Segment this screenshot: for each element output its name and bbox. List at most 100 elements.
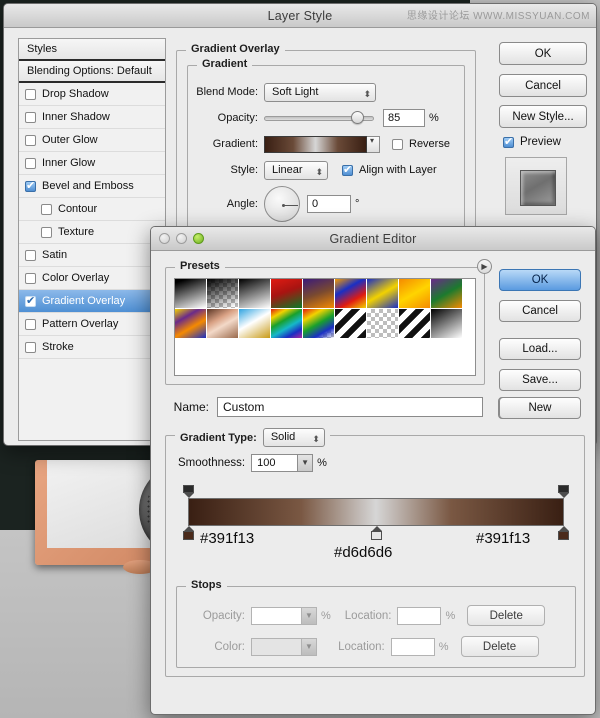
gradient-save-button[interactable]: Save... (499, 369, 581, 391)
effect-checkbox-pattern-overlay[interactable] (25, 319, 36, 330)
preset-transparent-rainbow[interactable] (303, 309, 335, 339)
opacity-stop-left[interactable] (183, 485, 194, 498)
opacity-input[interactable]: 85 (383, 109, 425, 127)
preset-red-green[interactable] (271, 279, 303, 309)
gradient-bar[interactable] (188, 498, 564, 526)
gradient-type-select[interactable]: Solid (263, 428, 325, 447)
smoothness-input[interactable]: 100▼ (251, 454, 313, 472)
effect-checkbox-texture[interactable] (41, 227, 52, 238)
effect-row-outer-glow[interactable]: Outer Glow (19, 129, 165, 152)
preset-orange-yellow-orange[interactable] (399, 279, 431, 309)
presets-menu-icon[interactable]: ▶ (477, 259, 492, 274)
presets-scroll-area[interactable] (174, 278, 476, 376)
effect-row-color-overlay[interactable]: Color Overlay (19, 267, 165, 290)
gradient-picker-toggle[interactable] (367, 136, 380, 153)
color-stop-mid[interactable] (371, 526, 382, 540)
smoothness-dropdown-arrow[interactable]: ▼ (297, 455, 312, 471)
effect-checkbox-gradient-overlay[interactable] (25, 296, 36, 307)
effect-row-bevel-and-emboss[interactable]: Bevel and Emboss (19, 175, 165, 198)
preset-blue-red-yellow[interactable] (335, 279, 367, 309)
effect-checkbox-outer-glow[interactable] (25, 135, 36, 146)
effect-row-texture[interactable]: Texture (19, 221, 165, 244)
left-stop-hex-label: #391f13 (200, 530, 254, 547)
effect-checkbox-color-overlay[interactable] (25, 273, 36, 284)
close-icon[interactable] (159, 233, 170, 244)
effect-checkbox-inner-glow[interactable] (25, 158, 36, 169)
effect-row-pattern-overlay[interactable]: Pattern Overlay (19, 313, 165, 336)
gradient-swatch[interactable] (264, 136, 367, 153)
gradient-editor-title: Gradient Editor (151, 232, 595, 246)
effect-row-inner-shadow[interactable]: Inner Shadow (19, 106, 165, 129)
preset-spectrum[interactable] (271, 309, 303, 339)
effect-row-stroke[interactable]: Stroke (19, 336, 165, 359)
zoom-icon[interactable] (193, 233, 204, 244)
reverse-checkbox[interactable] (392, 139, 403, 150)
effect-checkbox-stroke[interactable] (25, 342, 36, 353)
preset-swatch (271, 309, 302, 338)
layer-style-cancel-button[interactable]: Cancel (499, 74, 587, 97)
stops-color-dropdown-arrow[interactable]: ▼ (301, 639, 316, 655)
effect-row-gradient-overlay[interactable]: Gradient Overlay (19, 290, 165, 313)
effect-checkbox-contour[interactable] (41, 204, 52, 215)
effect-label: Pattern Overlay (42, 318, 118, 330)
preset-transparent-stripes[interactable] (367, 309, 399, 339)
layer-style-titlebar[interactable]: Layer Style 思缘设计论坛 WWW.MISSYUAN.COM (4, 4, 596, 28)
gradient-editor-titlebar[interactable]: Gradient Editor (151, 227, 595, 251)
opacity-stop-right[interactable] (558, 485, 569, 498)
gradient-editor-cancel-button[interactable]: Cancel (499, 300, 581, 322)
effect-row-inner-glow[interactable]: Inner Glow (19, 152, 165, 175)
gradient-load-button[interactable]: Load... (499, 338, 581, 360)
effect-checkbox-bevel-and-emboss[interactable] (25, 181, 36, 192)
minimize-icon[interactable] (176, 233, 187, 244)
preset-violet-green-orange[interactable] (431, 279, 463, 309)
blending-options-row[interactable]: Blending Options: Default (19, 61, 165, 83)
effect-row-satin[interactable]: Satin (19, 244, 165, 267)
gradient-name-input[interactable]: Custom (217, 397, 483, 417)
angle-input[interactable]: 0 (307, 195, 351, 213)
preview-checkbox[interactable] (503, 137, 514, 148)
preset-copper[interactable] (207, 309, 239, 339)
effect-checkbox-inner-shadow[interactable] (25, 112, 36, 123)
stops-color-location-input[interactable] (391, 638, 435, 656)
opacity-slider-knob[interactable] (351, 111, 364, 124)
gradient-editor-body: Presets ▶ Name: Custom New Gradient Type… (151, 251, 595, 714)
stops-opacity-location-input[interactable] (397, 607, 441, 625)
preset-transparent-stripes-black[interactable] (335, 309, 367, 339)
effect-row-contour[interactable]: Contour (19, 198, 165, 221)
gradient-new-button[interactable]: New (499, 397, 581, 419)
gradient-editor-ok-button[interactable]: OK (499, 269, 581, 291)
preset-stripes-bw[interactable] (399, 309, 431, 339)
opacity-unit: % (429, 112, 439, 124)
opacity-slider[interactable] (264, 116, 374, 121)
new-style-button[interactable]: New Style... (499, 105, 587, 128)
stops-color-swatch[interactable]: ▼ (251, 638, 317, 656)
preset-blue-yellow-blue[interactable] (367, 279, 399, 309)
effect-row-drop-shadow[interactable]: Drop Shadow (19, 83, 165, 106)
style-select[interactable]: Linear (264, 161, 328, 180)
effect-label: Texture (58, 226, 94, 238)
preset-chrome[interactable] (239, 309, 271, 339)
preset-foreground-to-transparent[interactable] (207, 279, 239, 309)
preset-yellow-violet-orange-blue[interactable] (175, 309, 207, 339)
stops-color-delete-button[interactable]: Delete (461, 636, 539, 657)
effect-checkbox-satin[interactable] (25, 250, 36, 261)
stops-opacity-delete-button[interactable]: Delete (467, 605, 545, 626)
angle-dial[interactable] (264, 186, 300, 222)
effect-checkbox-drop-shadow[interactable] (25, 89, 36, 100)
stops-opacity-dropdown-arrow[interactable]: ▼ (301, 608, 316, 624)
color-stop-left[interactable] (183, 526, 194, 540)
stops-opacity-input[interactable]: ▼ (251, 607, 317, 625)
gradient-bar-area[interactable]: #391f13 #d6d6d6 #391f13 (188, 498, 564, 526)
align-with-layer-checkbox[interactable] (342, 165, 353, 176)
preview-checkbox-row[interactable]: Preview (503, 136, 561, 148)
preset-black-white[interactable] (239, 279, 271, 309)
stops-opacity-location-unit: % (445, 610, 455, 622)
preset-black-white-soft[interactable] (431, 309, 463, 339)
window-controls[interactable] (159, 233, 204, 244)
blend-mode-select[interactable]: Soft Light (264, 83, 376, 102)
preset-foreground-to-background[interactable] (175, 279, 207, 309)
preset-violet-orange[interactable] (303, 279, 335, 309)
color-stop-right[interactable] (558, 526, 569, 540)
layer-style-ok-button[interactable]: OK (499, 42, 587, 65)
styles-header[interactable]: Styles (19, 39, 165, 61)
